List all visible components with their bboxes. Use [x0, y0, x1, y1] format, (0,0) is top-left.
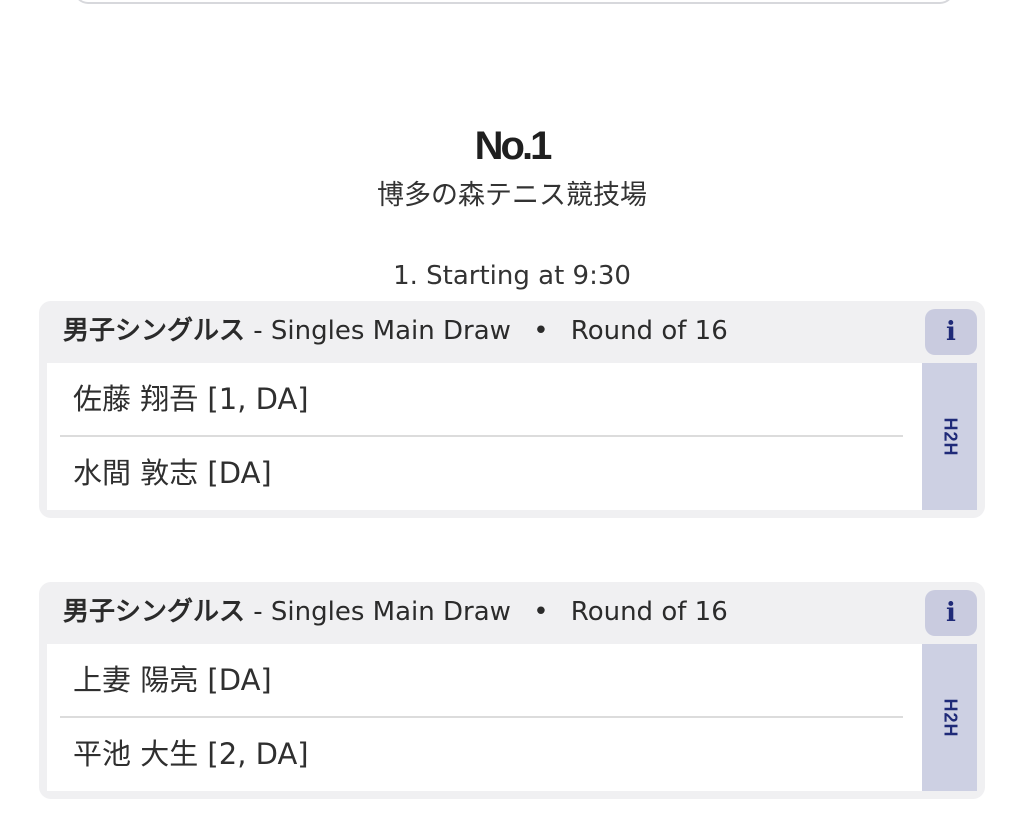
court-venue: 博多の森テニス競技場	[377, 180, 647, 211]
court-header: No.1 博多の森テニス競技場	[0, 122, 1024, 214]
separator-dot: •	[533, 316, 549, 346]
event-name: 男子シングルス	[63, 597, 246, 627]
players-panel: 上妻 陽亮 [DA] 平池 大生 [2, DA]	[47, 644, 922, 791]
player-2[interactable]: 水間 敦志 [DA]	[73, 453, 272, 493]
player-divider	[60, 435, 903, 437]
round-name: Round of 16	[570, 597, 728, 627]
h2h-button[interactable]: H2H	[922, 363, 977, 510]
info-icon[interactable]: i	[925, 309, 977, 355]
player-2[interactable]: 平池 大生 [2, DA]	[73, 734, 309, 774]
previous-court-card-edge	[74, 0, 954, 4]
draw-name: - Singles Main Draw	[253, 316, 511, 346]
match-title: 男子シングルス - Singles Main Draw • Round of 1…	[63, 312, 728, 350]
start-time: 1. Starting at 9:30	[393, 261, 631, 291]
h2h-label: H2H	[940, 416, 960, 457]
players-panel: 佐藤 翔吾 [1, DA] 水間 敦志 [DA]	[47, 363, 922, 510]
match-title: 男子シングルス - Singles Main Draw • Round of 1…	[63, 593, 728, 631]
h2h-label: H2H	[940, 697, 960, 738]
info-icon[interactable]: i	[925, 590, 977, 636]
player-1[interactable]: 上妻 陽亮 [DA]	[73, 660, 272, 700]
draw-name: - Singles Main Draw	[253, 597, 511, 627]
separator-dot: •	[533, 597, 549, 627]
court-number: No.1	[474, 124, 553, 168]
match-card: 男子シングルス - Singles Main Draw • Round of 1…	[39, 301, 985, 518]
player-1[interactable]: 佐藤 翔吾 [1, DA]	[73, 379, 309, 419]
event-name: 男子シングルス	[63, 316, 246, 346]
h2h-button[interactable]: H2H	[922, 644, 977, 791]
round-name: Round of 16	[570, 316, 728, 346]
match-card: 男子シングルス - Singles Main Draw • Round of 1…	[39, 582, 985, 799]
player-divider	[60, 716, 903, 718]
